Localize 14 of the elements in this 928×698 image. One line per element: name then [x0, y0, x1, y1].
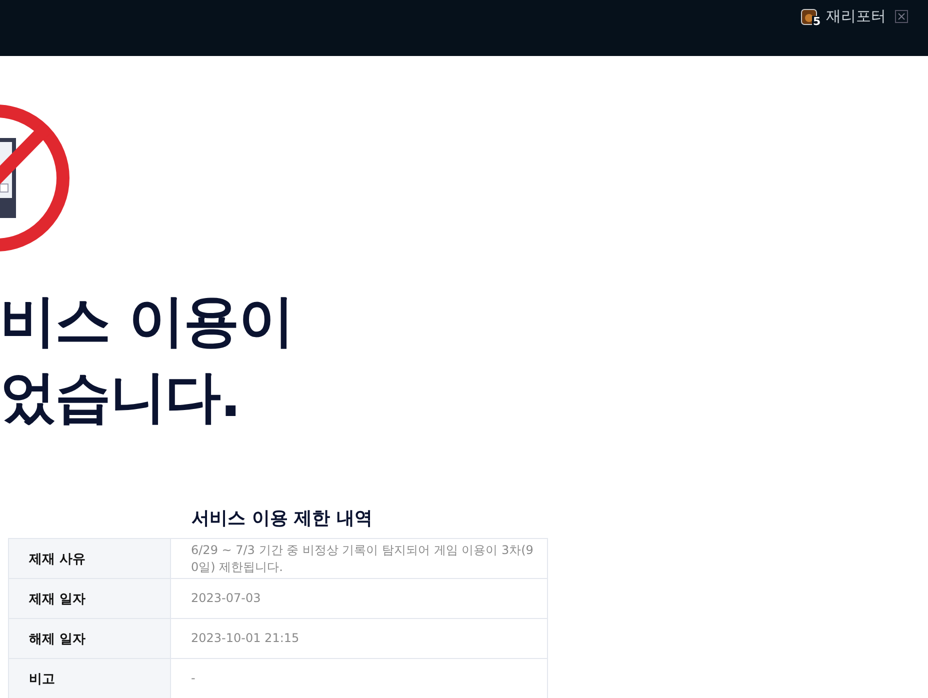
user-name[interactable]: 재리포터 — [826, 7, 886, 26]
table-cell-text: 2023-10-01 21:15 — [190, 630, 300, 647]
table-header-cell: 제재 일자 — [9, 579, 171, 618]
headline-text: 비스 이용이 — [0, 288, 294, 356]
table-header-cell: 비고 — [9, 659, 171, 698]
table-cell-text: 2023-07-03 — [190, 590, 262, 607]
level-number: 5 — [812, 16, 822, 27]
headline-text: 었습니다. — [0, 364, 242, 432]
table-cell-text: 6/29 ~ 7/3 기간 중 비정상 기록이 탐지되어 게임 이용이 3차(9 0일) 제한됩니다. — [190, 542, 534, 576]
close-icon[interactable] — [895, 10, 908, 23]
table-header-cell: 해제 일자 — [9, 619, 171, 658]
table-header-cell: 제재 사유 — [9, 539, 171, 578]
table-cell-text: - — [190, 670, 196, 687]
section-title: 서비스 이용 제한 내역 — [190, 507, 374, 530]
